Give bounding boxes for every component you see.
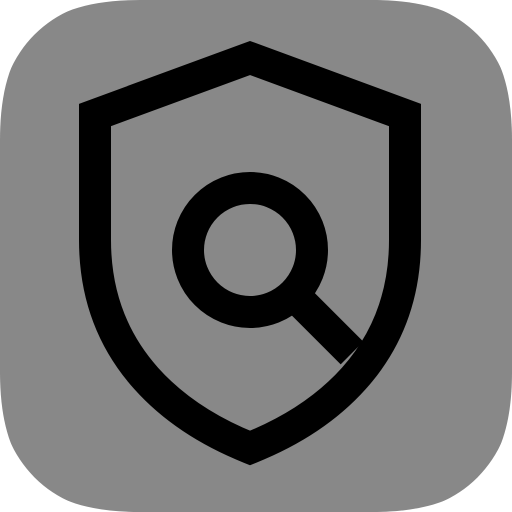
- shield-search-icon: [0, 0, 512, 512]
- app-icon[interactable]: [0, 0, 512, 512]
